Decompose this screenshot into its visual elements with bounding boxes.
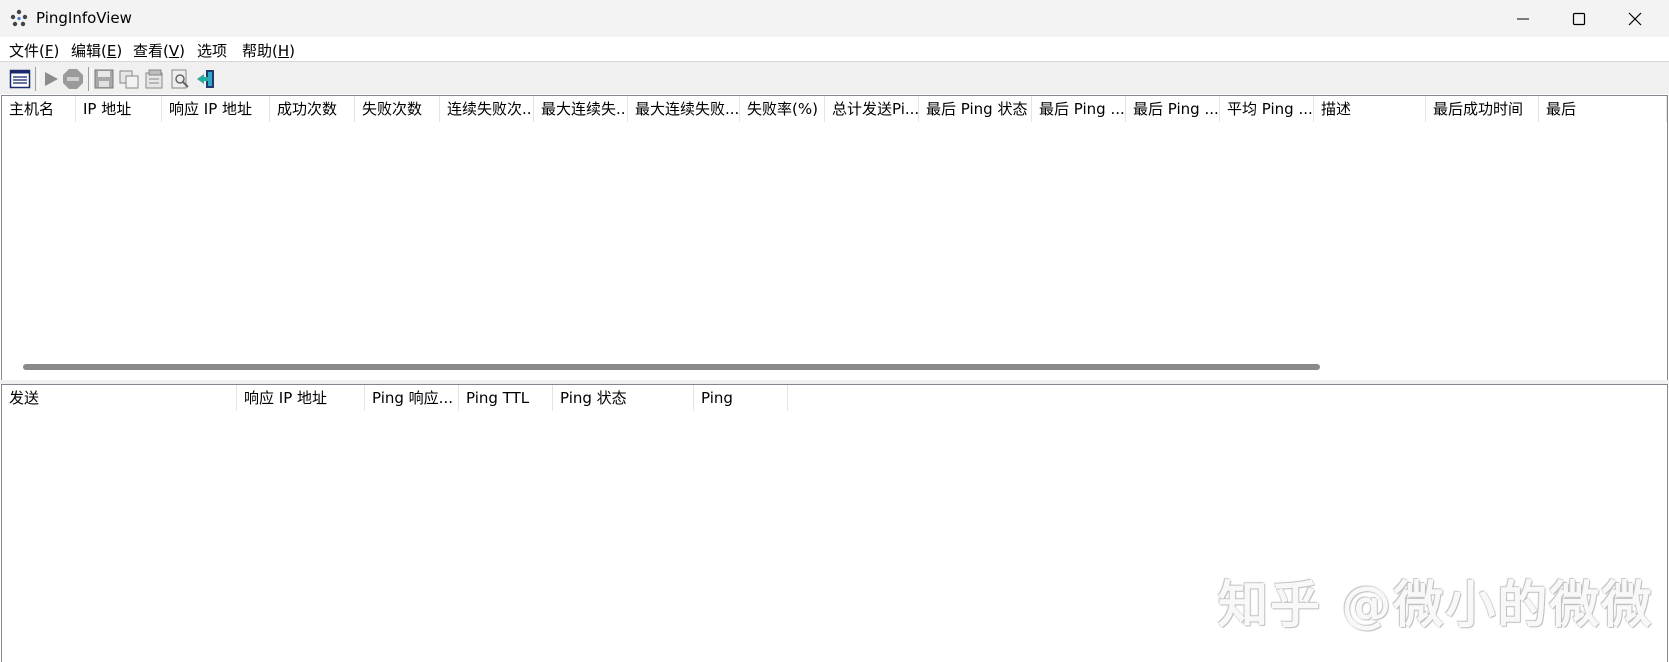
column-header[interactable]: 最后 Ping 状态 bbox=[919, 96, 1032, 122]
column-header[interactable]: 失败次数 bbox=[355, 96, 440, 122]
options-list-icon bbox=[9, 69, 31, 89]
column-header[interactable]: IP 地址 bbox=[76, 96, 162, 122]
toolbar-separator bbox=[88, 67, 92, 91]
copy-icon bbox=[119, 70, 139, 89]
menu-options-label: 选项 bbox=[197, 42, 228, 60]
save-button[interactable] bbox=[93, 68, 115, 90]
toolbar-separator bbox=[35, 67, 39, 91]
column-header[interactable]: 最大连续失... bbox=[534, 96, 628, 122]
properties-icon bbox=[145, 69, 163, 89]
stop-icon bbox=[63, 69, 83, 89]
find-icon bbox=[171, 69, 189, 89]
menu-view[interactable]: 查看(V) bbox=[133, 40, 185, 61]
column-header[interactable]: 成功次数 bbox=[270, 96, 355, 122]
title-bar: PingInfoView bbox=[0, 0, 1669, 37]
column-header[interactable]: Ping 响应... bbox=[365, 385, 459, 411]
menu-view-end: ) bbox=[179, 42, 185, 60]
start-ping-button[interactable] bbox=[40, 68, 62, 90]
minimize-icon bbox=[1517, 18, 1529, 20]
menu-options[interactable]: 选项 bbox=[197, 40, 227, 61]
column-header[interactable]: 最后成功时间 bbox=[1426, 96, 1539, 122]
exit-button[interactable] bbox=[195, 68, 217, 90]
column-header[interactable]: 响应 IP 地址 bbox=[162, 96, 270, 122]
menu-file[interactable]: 文件(F) bbox=[9, 40, 59, 61]
minimize-button[interactable] bbox=[1494, 0, 1552, 37]
horizontal-scrollbar-thumb[interactable] bbox=[23, 364, 1320, 370]
column-header[interactable]: 总计发送Pi... bbox=[825, 96, 919, 122]
watermark-text: 知乎 @微小的微微 bbox=[1218, 576, 1654, 634]
column-header[interactable]: 连续失败次... bbox=[440, 96, 534, 122]
close-icon bbox=[1628, 12, 1642, 26]
menu-edit-label: 编辑( bbox=[71, 42, 107, 60]
column-header[interactable]: 描述 bbox=[1314, 96, 1426, 122]
maximize-icon bbox=[1572, 12, 1586, 26]
menu-bar: 文件(F) 编辑(E) 查看(V) 选项 帮助(H) bbox=[0, 37, 1669, 61]
stop-button[interactable] bbox=[62, 68, 84, 90]
ping-hosts-list[interactable]: 主机名 IP 地址 响应 IP 地址 成功次数 失败次数 连续失败次... 最大… bbox=[1, 95, 1668, 381]
column-header[interactable]: 响应 IP 地址 bbox=[237, 385, 365, 411]
column-header[interactable]: 平均 Ping ... bbox=[1220, 96, 1314, 122]
menu-edit-accel: E bbox=[106, 42, 117, 60]
menu-file-end: ) bbox=[53, 42, 60, 60]
options-list-button[interactable] bbox=[9, 68, 31, 90]
column-header[interactable]: Ping 状态 bbox=[553, 385, 694, 411]
exit-icon bbox=[197, 70, 214, 88]
menu-file-accel: F bbox=[44, 42, 54, 60]
column-header[interactable]: Ping bbox=[694, 385, 788, 411]
bottom-table-header: 发送 响应 IP 地址 Ping 响应... Ping TTL Ping 状态 … bbox=[2, 385, 1667, 411]
menu-help[interactable]: 帮助(H) bbox=[242, 40, 295, 61]
start-ping-icon bbox=[45, 72, 58, 86]
column-header[interactable]: 最后 bbox=[1539, 96, 1667, 122]
menu-help-accel: H bbox=[277, 42, 290, 60]
close-button[interactable] bbox=[1606, 0, 1664, 37]
properties-button[interactable] bbox=[143, 68, 165, 90]
menu-view-accel: V bbox=[168, 42, 180, 60]
menu-help-label: 帮助( bbox=[242, 42, 278, 60]
maximize-button[interactable] bbox=[1550, 0, 1608, 37]
column-header[interactable]: 失败率(%) bbox=[740, 96, 825, 122]
save-icon bbox=[94, 69, 114, 89]
menu-edit-end: ) bbox=[116, 42, 123, 60]
copy-button[interactable] bbox=[118, 68, 140, 90]
column-header[interactable]: 发送 bbox=[2, 385, 237, 411]
column-header[interactable]: 最大连续失败... bbox=[628, 96, 740, 122]
window-title: PingInfoView bbox=[36, 9, 132, 27]
menu-edit[interactable]: 编辑(E) bbox=[71, 40, 122, 61]
menu-help-end: ) bbox=[289, 42, 295, 60]
top-table-header: 主机名 IP 地址 响应 IP 地址 成功次数 失败次数 连续失败次... 最大… bbox=[2, 96, 1667, 122]
pinginfoview-app-icon bbox=[10, 9, 28, 27]
menu-file-label: 文件( bbox=[9, 42, 45, 60]
column-header[interactable]: 最后 Ping ... bbox=[1032, 96, 1126, 122]
find-button[interactable] bbox=[169, 68, 191, 90]
column-header[interactable]: 主机名 bbox=[2, 96, 76, 122]
column-header[interactable]: Ping TTL bbox=[459, 385, 553, 411]
column-header[interactable]: 最后 Ping ... bbox=[1126, 96, 1220, 122]
menu-view-label: 查看( bbox=[133, 42, 169, 60]
toolbar bbox=[0, 61, 1669, 94]
